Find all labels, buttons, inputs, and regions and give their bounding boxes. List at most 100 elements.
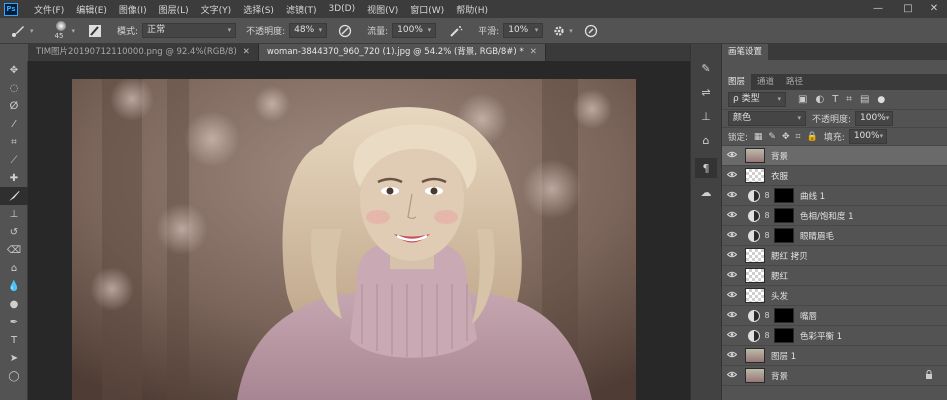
layer-thumbnail[interactable] (774, 328, 794, 343)
gear-icon[interactable] (551, 23, 567, 39)
adjustment-filter-icon[interactable]: ◐ (815, 94, 824, 105)
adjustments-icon[interactable]: ⇌ (695, 82, 717, 102)
blur-tool-icon[interactable]: 💧 (0, 277, 28, 295)
lock-transparent-icon[interactable]: ▦ (754, 132, 763, 142)
path-select-tool-icon[interactable]: ➤ (0, 349, 28, 367)
tab-tim-image[interactable]: TIM图片20190712110000.png @ 92.4%(RGB/8) ✕ (28, 44, 259, 61)
ellipse-tool-icon[interactable]: ◯ (0, 367, 28, 385)
filter-toggle-icon[interactable]: ● (877, 95, 885, 105)
tab-woman-image[interactable]: woman-3844370_960_720 (1).jpg @ 54.2% (背… (258, 44, 546, 61)
eye-icon[interactable] (722, 291, 742, 301)
layer-thumbnail[interactable] (745, 148, 765, 163)
layer-thumbnail[interactable] (774, 308, 794, 323)
lock-artboard-icon[interactable]: ⌗ (795, 132, 800, 142)
dodge-tool-icon[interactable]: ● (0, 295, 28, 313)
close-icon[interactable]: ✕ (530, 44, 537, 61)
layer-row[interactable]: 背景 (722, 366, 947, 386)
clone-source-icon[interactable]: ⊥ (695, 106, 717, 126)
eye-icon[interactable] (722, 171, 742, 181)
eye-icon[interactable] (722, 371, 742, 381)
eye-icon[interactable] (722, 271, 742, 281)
close-icon[interactable]: ✕ (243, 44, 250, 61)
eye-icon[interactable] (722, 211, 742, 221)
tab-layers[interactable]: 图层 (722, 74, 752, 90)
tab-brush-settings[interactable]: 画笔设置 (722, 44, 769, 60)
history-brush-tool-icon[interactable]: ↺ (0, 223, 28, 241)
fill-input[interactable]: 100% ▾ (848, 129, 887, 144)
menu-file[interactable]: 文件(F) (28, 3, 70, 16)
chain-link-icon[interactable]: 8 (762, 331, 772, 340)
menu-edit[interactable]: 编辑(E) (70, 3, 113, 16)
eraser-tool-icon[interactable]: ⌫ (0, 241, 28, 259)
chain-link-icon[interactable]: 8 (762, 311, 772, 320)
quick-select-tool-icon[interactable]: ⁄ (0, 115, 28, 133)
menu-view[interactable]: 视图(V) (361, 3, 404, 16)
brush-settings-toggle-icon[interactable] (87, 23, 103, 39)
lock-position-icon[interactable]: ✥ (782, 132, 790, 142)
type-filter-icon[interactable]: T (832, 94, 838, 105)
paint-bucket-tool-icon[interactable]: ⌂ (0, 259, 28, 277)
chain-link-icon[interactable]: 8 (762, 211, 772, 220)
menu-3d[interactable]: 3D(D) (322, 4, 361, 14)
menu-image[interactable]: 图像(I) (113, 3, 153, 16)
tool-presets-icon[interactable]: ⌂ (695, 130, 717, 150)
eye-icon[interactable] (722, 251, 742, 261)
layer-thumbnail[interactable] (774, 228, 794, 243)
creative-cloud-icon[interactable]: ☁ (695, 182, 717, 202)
layer-thumbnail[interactable] (745, 288, 765, 303)
layer-row[interactable]: 背景 (722, 146, 947, 166)
eye-icon[interactable] (722, 311, 742, 321)
pressure-size-icon[interactable] (583, 23, 599, 39)
clone-stamp-tool-icon[interactable]: ⊥ (0, 205, 28, 223)
layer-thumbnail[interactable] (745, 348, 765, 363)
layer-row[interactable]: 腮红 拷贝 (722, 246, 947, 266)
eyedropper-tool-icon[interactable]: ⟋ (0, 151, 28, 169)
menu-help[interactable]: 帮助(H) (450, 3, 494, 16)
marquee-tool-icon[interactable]: ◌ (0, 79, 28, 97)
airbrush-icon[interactable] (448, 23, 464, 39)
opacity-input[interactable]: 48% ▾ (289, 23, 328, 38)
brush-tool-icon[interactable] (0, 187, 28, 205)
menu-select[interactable]: 选择(S) (237, 3, 280, 16)
layer-row[interactable]: 8 嘴唇 (722, 306, 947, 326)
chain-link-icon[interactable]: 8 (762, 231, 772, 240)
menu-filter[interactable]: 滤镜(T) (280, 3, 323, 16)
crop-tool-icon[interactable]: ⌗ (0, 133, 28, 151)
layer-row[interactable]: 8 眼睛眉毛 (722, 226, 947, 246)
paragraph-icon[interactable]: ¶ (695, 158, 717, 178)
eye-icon[interactable] (722, 191, 742, 201)
layer-thumbnail[interactable] (745, 168, 765, 183)
smart-object-filter-icon[interactable]: ▤ (860, 94, 869, 105)
layer-row[interactable]: 8 色相/饱和度 1 (722, 206, 947, 226)
pen-tool-icon[interactable]: ✒ (0, 313, 28, 331)
layer-thumbnail[interactable] (745, 368, 765, 383)
layer-row[interactable]: 8 色彩平衡 1 (722, 326, 947, 346)
layer-row[interactable]: 头发 (722, 286, 947, 306)
close-window-button[interactable]: ✕ (919, 0, 947, 18)
layer-row[interactable]: 腮红 (722, 266, 947, 286)
brush-presets-icon[interactable]: ✎ (695, 58, 717, 78)
layer-filter-select[interactable]: ρ 类型 ▾ (728, 92, 786, 107)
layer-row[interactable]: 衣服 (722, 166, 947, 186)
pressure-opacity-icon[interactable] (337, 23, 353, 39)
layer-thumbnail[interactable] (774, 208, 794, 223)
layer-thumbnail[interactable] (774, 188, 794, 203)
eye-icon[interactable] (722, 331, 742, 341)
eye-icon[interactable] (722, 351, 742, 361)
layer-thumbnail[interactable] (745, 248, 765, 263)
menu-layer[interactable]: 图层(L) (153, 3, 195, 16)
type-tool-icon[interactable]: T (0, 331, 28, 349)
minimize-button[interactable]: — (863, 0, 893, 18)
chain-link-icon[interactable]: 8 (762, 191, 772, 200)
layer-thumbnail[interactable] (745, 268, 765, 283)
menu-window[interactable]: 窗口(W) (404, 3, 450, 16)
shape-filter-icon[interactable]: ⌗ (846, 94, 852, 105)
tab-channels[interactable]: 通道 (751, 74, 780, 90)
pixel-filter-icon[interactable]: ▣ (798, 94, 807, 105)
menu-type[interactable]: 文字(Y) (195, 3, 238, 16)
flow-input[interactable]: 100% ▾ (392, 23, 437, 38)
lock-pixels-icon[interactable]: ✎ (768, 132, 776, 142)
layer-opacity-input[interactable]: 100% ▾ (855, 111, 894, 126)
brush-tool-icon[interactable] (10, 23, 26, 39)
tab-paths[interactable]: 路径 (780, 74, 809, 90)
